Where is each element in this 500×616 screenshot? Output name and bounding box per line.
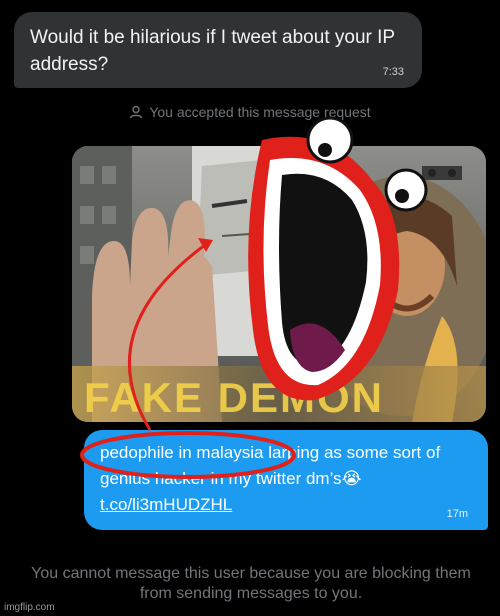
incoming-message-text: Would it be hilarious if I tweet about y… xyxy=(30,27,395,75)
fake-demon-caption: FAKE DEMON xyxy=(84,374,384,421)
notice-text: You accepted this message request xyxy=(149,104,371,120)
message-request-notice: You accepted this message request xyxy=(0,104,500,122)
outgoing-message-text: pedophile in malaysia larping as some so… xyxy=(100,440,474,518)
incoming-message-bubble[interactable]: Would it be hilarious if I tweet about y… xyxy=(14,12,422,88)
blocked-notice: You cannot message this user because you… xyxy=(31,565,471,602)
outgoing-message-body: pedophile in malaysia larping as some so… xyxy=(100,443,441,488)
person-icon xyxy=(129,105,143,122)
outgoing-message-time: 17m xyxy=(446,508,468,520)
imgflip-watermark: imgflip.com xyxy=(4,602,55,613)
outgoing-message-bubble[interactable]: pedophile in malaysia larping as some so… xyxy=(84,430,488,530)
crying-emoji: 😭 xyxy=(341,469,362,488)
message-link[interactable]: t.co/li3mHUDZHL xyxy=(100,495,232,514)
incoming-message-time: 7:33 xyxy=(382,66,404,78)
shared-image[interactable]: FAKE DEMON xyxy=(72,146,486,422)
